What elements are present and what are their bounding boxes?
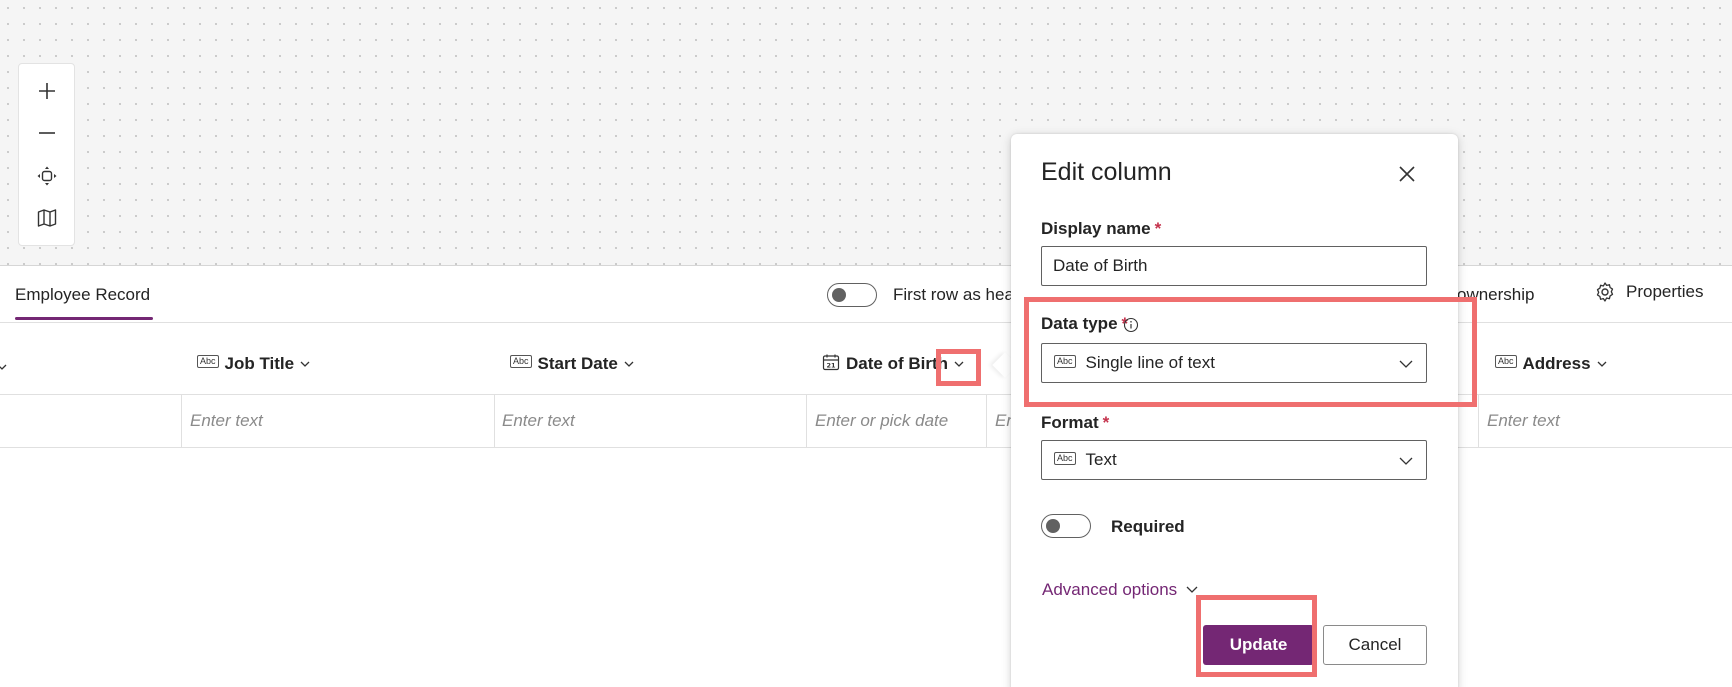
cancel-button[interactable]: Cancel (1323, 625, 1427, 665)
display-name-input[interactable] (1041, 246, 1427, 286)
format-dropdown[interactable]: Abc Text (1041, 440, 1427, 480)
format-label: Format * (1041, 413, 1109, 433)
required-label: Required (1111, 517, 1185, 536)
column-header-start-date[interactable]: Abc Start Date (510, 354, 634, 374)
abc-icon: Abc (1054, 451, 1076, 465)
required-toggle[interactable] (1041, 514, 1091, 538)
advanced-options-toggle[interactable]: Advanced options (1042, 580, 1199, 600)
diagram-canvas[interactable] (0, 0, 1732, 266)
data-type-label: Data type * (1041, 314, 1128, 334)
chevron-down-icon[interactable] (1597, 359, 1607, 369)
chevron-down-icon (1186, 586, 1198, 593)
format-text: Format (1041, 413, 1099, 432)
column-header-address[interactable]: Abc Address (1495, 354, 1607, 374)
table-row: Enter text Enter text Enter or pick date… (0, 394, 1732, 448)
column-label: Date of Birth (846, 354, 948, 373)
minus-icon (38, 132, 55, 135)
zoom-in-button[interactable] (27, 73, 67, 109)
first-row-header-toggle[interactable] (827, 283, 877, 307)
cell-divider (1478, 395, 1479, 447)
address-cell[interactable]: Enter text (1487, 411, 1560, 431)
chevron-down-icon[interactable] (300, 359, 310, 369)
cell-divider (181, 395, 182, 447)
required-asterisk: * (1154, 219, 1162, 238)
fit-view-icon (37, 166, 56, 186)
chevron-down-icon[interactable] (624, 359, 634, 369)
first-row-header-label: First row as hea (893, 285, 1014, 304)
gear-icon (1596, 282, 1614, 302)
chevron-down-icon (1399, 457, 1413, 465)
job-title-cell[interactable]: Enter text (190, 411, 263, 431)
edit-column-panel: Edit column Display name* Data type* Abc… (1011, 134, 1458, 687)
fit-view-button[interactable] (27, 158, 67, 194)
column-header-date-of-birth[interactable]: 21 Date of Birth (822, 354, 964, 374)
update-button[interactable]: Update (1203, 625, 1314, 665)
canvas-toolbar (18, 63, 75, 246)
svg-text:21: 21 (826, 362, 836, 370)
minimap-button[interactable] (27, 200, 67, 236)
display-name-text: Display name (1041, 219, 1151, 238)
date-of-birth-cell[interactable]: Enter or pick date (815, 411, 948, 431)
calendar-icon: 21 (822, 354, 840, 371)
start-date-cell[interactable]: Enter text (502, 411, 575, 431)
table-header-bar: Employee Record First row as hea w owner… (0, 267, 1732, 323)
zoom-out-button[interactable] (27, 115, 67, 151)
data-type-text: Data type (1041, 314, 1118, 333)
abc-icon: Abc (197, 354, 219, 368)
cell-divider (494, 395, 495, 447)
partial-column-chevron-icon (0, 364, 7, 370)
abc-icon: Abc (1054, 354, 1076, 368)
chevron-down-icon (1399, 360, 1413, 368)
panel-title: Edit column (1041, 158, 1172, 186)
active-tab-indicator (15, 317, 153, 320)
toggle-knob (832, 288, 846, 302)
cell-divider (806, 395, 807, 447)
column-label: Start Date (537, 354, 618, 373)
properties-button[interactable]: Properties (1594, 281, 1703, 303)
properties-label: Properties (1626, 282, 1704, 301)
toggle-knob (1046, 519, 1060, 533)
column-label: Job Title (224, 354, 295, 373)
cell-divider (986, 395, 987, 447)
info-icon[interactable] (1123, 317, 1139, 333)
close-icon[interactable] (1395, 162, 1419, 186)
tab-employee-record[interactable]: Employee Record (15, 285, 150, 305)
abc-icon: Abc (510, 354, 532, 368)
column-header-job-title[interactable]: Abc Job Title (197, 354, 310, 374)
map-icon (37, 209, 56, 227)
data-type-dropdown[interactable]: Abc Single line of text (1041, 343, 1427, 383)
advanced-options-label: Advanced options (1042, 580, 1178, 599)
data-type-value: Single line of text (1085, 353, 1215, 372)
display-name-label: Display name * (1041, 219, 1161, 239)
abc-icon: Abc (1495, 354, 1517, 368)
chevron-down-icon[interactable] (954, 359, 964, 369)
format-value: Text (1085, 450, 1117, 469)
column-label: Address (1522, 354, 1591, 373)
required-asterisk: * (1102, 413, 1110, 432)
plus-icon (38, 83, 55, 100)
